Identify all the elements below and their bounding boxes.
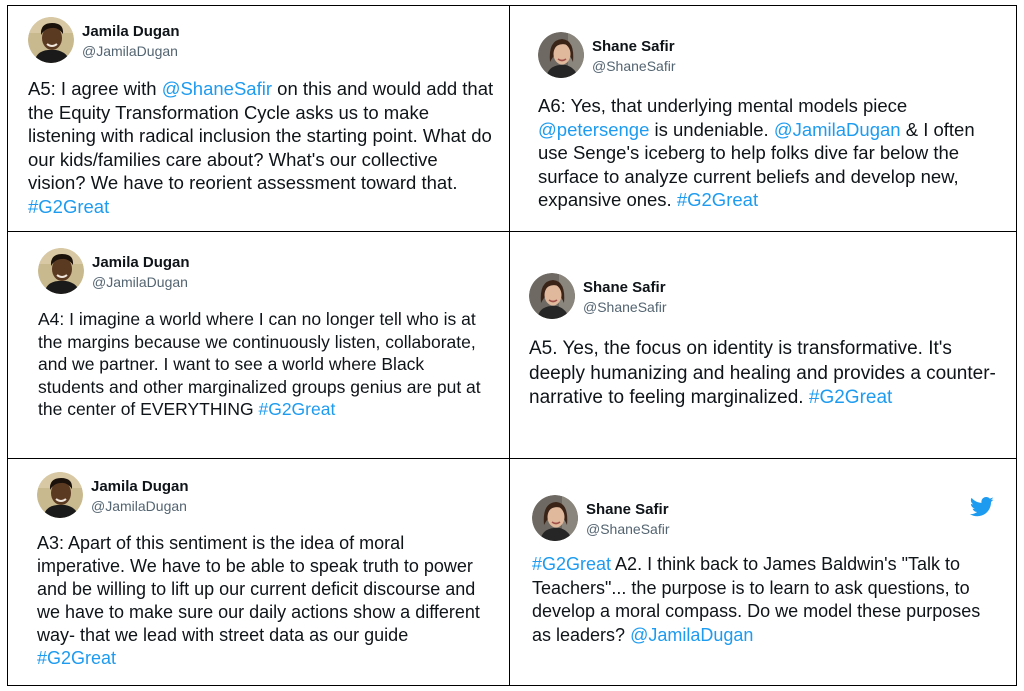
tweet-text-segment: A3: Apart of this sentiment is the idea … [37,533,480,645]
author-handle[interactable]: @JamilaDugan [82,43,178,59]
avatar[interactable] [37,472,83,518]
row-divider [8,458,1016,459]
hashtag-link[interactable]: #G2Great [809,387,892,408]
author-handle[interactable]: @ShaneSafir [586,521,669,537]
mention-link[interactable]: @JamilaDugan [630,625,753,645]
avatar[interactable] [38,248,84,294]
twitter-bird-icon[interactable] [970,497,994,517]
tweet-author: Jamila Dugan @JamilaDugan [37,472,491,522]
author-name[interactable]: Shane Safir [592,38,675,55]
hashtag-link[interactable]: #G2Great [37,648,116,668]
tweet-text: A5: I agree with @ShaneSafir on this and… [28,77,498,218]
avatar[interactable] [538,32,584,78]
avatar[interactable] [532,495,578,541]
author-name[interactable]: Jamila Dugan [91,478,189,495]
hashtag-link[interactable]: #G2Great [677,189,758,210]
tweet-card[interactable]: Jamila Dugan @JamilaDugan A4: I imagine … [38,248,490,421]
author-handle[interactable]: @ShaneSafir [592,58,675,74]
author-name[interactable]: Jamila Dugan [82,23,180,40]
tweet-text-segment: is undeniable. [649,118,774,140]
tweet-text-segment: A6: Yes, that underlying mental models p… [538,95,908,116]
author-handle[interactable]: @ShaneSafir [583,299,666,315]
author-name[interactable]: Shane Safir [586,501,669,518]
tweet-text: #G2Great A2. I think back to James Baldw… [532,553,1002,647]
hashtag-link[interactable]: #G2Great [532,554,611,574]
tweet-author: Shane Safir @ShaneSafir [538,32,1000,82]
row-divider [8,231,1016,232]
tweet-text-segment: A5: I agree with [28,78,162,99]
avatar[interactable] [529,273,575,319]
hashtag-link[interactable]: #G2Great [258,399,335,419]
mention-link[interactable]: @JamilaDugan [774,119,901,140]
column-divider [509,6,510,685]
tweet-author: Shane Safir @ShaneSafir [532,495,1002,545]
mention-link[interactable]: @ShaneSafir [162,78,272,99]
tweet-card[interactable]: Jamila Dugan @JamilaDugan A5: I agree wi… [28,17,498,218]
tweet-author: Jamila Dugan @JamilaDugan [28,17,498,67]
author-name[interactable]: Shane Safir [583,279,666,296]
tweet-text-segment: A5. Yes, the focus on identity is transf… [529,338,996,408]
hashtag-link[interactable]: #G2Great [28,196,109,217]
mention-link[interactable]: @petersenge [538,119,649,140]
author-name[interactable]: Jamila Dugan [92,254,190,271]
tweet-author: Shane Safir @ShaneSafir [529,273,1009,323]
tweet-text: A5. Yes, the focus on identity is transf… [529,337,1009,411]
author-handle[interactable]: @JamilaDugan [92,274,188,290]
tweet-author: Jamila Dugan @JamilaDugan [38,248,490,298]
avatar[interactable] [28,17,74,63]
author-handle[interactable]: @JamilaDugan [91,498,187,514]
tweet-card[interactable]: Jamila Dugan @JamilaDugan A3: Apart of t… [37,472,491,670]
tweet-card[interactable]: Shane Safir @ShaneSafir #G2Great A2. I t… [532,495,1002,647]
tweet-text: A6: Yes, that underlying mental models p… [538,94,1000,212]
tweet-card[interactable]: Shane Safir @ShaneSafir A5. Yes, the foc… [529,273,1009,411]
tweet-text: A3: Apart of this sentiment is the idea … [37,532,491,670]
tweet-text: A4: I imagine a world where I can no lon… [38,308,490,421]
tweet-card[interactable]: Shane Safir @ShaneSafir A6: Yes, that un… [538,32,1000,212]
